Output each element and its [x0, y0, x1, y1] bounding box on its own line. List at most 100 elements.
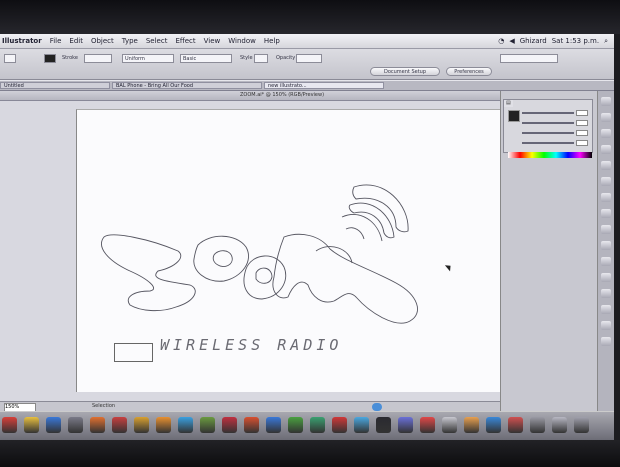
search-field[interactable]: [500, 54, 558, 63]
menu-window[interactable]: Window: [224, 37, 260, 45]
menu-bar: Illustrator File Edit Object Type Select…: [0, 34, 614, 49]
menu-effect[interactable]: Effect: [171, 37, 199, 45]
panel-icon-3[interactable]: [601, 129, 611, 138]
panel-icon-9[interactable]: [601, 225, 611, 234]
dock-app-icon[interactable]: [376, 417, 391, 433]
dock-app-icon[interactable]: [200, 417, 215, 433]
dock-app-icon[interactable]: [24, 417, 39, 433]
panel-icon-10[interactable]: [601, 241, 611, 250]
stroke-weight-field[interactable]: [84, 54, 112, 63]
panel-icon-6[interactable]: [601, 177, 611, 186]
control-bar: Stroke Uniform Basic Style Opacity Docum…: [0, 49, 614, 80]
dock-app-icon[interactable]: [332, 417, 347, 433]
panel-icon-15[interactable]: [601, 321, 611, 330]
dock-app-icon[interactable]: [310, 417, 325, 433]
tab-bal-phone[interactable]: BAL Phone - Bring All Our Food: [112, 82, 262, 89]
dock-app-icon[interactable]: [244, 417, 259, 433]
right-panels: ▤: [500, 91, 614, 431]
color-value-4[interactable]: [576, 140, 588, 146]
tagline-text[interactable]: WIRELESS RADIO: [160, 336, 342, 354]
dock-app-icon[interactable]: [420, 417, 435, 433]
style-swatch[interactable]: [254, 54, 268, 63]
monitor-bezel-top: [0, 0, 620, 34]
panel-icon-5[interactable]: [601, 161, 611, 170]
menu-view[interactable]: View: [200, 37, 225, 45]
fill-swatch[interactable]: [4, 54, 16, 63]
panel-icon-1[interactable]: [601, 97, 611, 106]
tab-new-illustrator[interactable]: new illustrato...: [264, 82, 384, 89]
preferences-button[interactable]: Preferences: [446, 67, 492, 76]
dock-app-icon[interactable]: [46, 417, 61, 433]
document-title-bar: ZOOM.ai* @ 150% (RGB/Preview): [0, 91, 500, 101]
panel-icon-13[interactable]: [601, 289, 611, 298]
wifi-icon[interactable]: ◔: [498, 37, 504, 45]
dock-app-icon[interactable]: [288, 417, 303, 433]
fill-stroke-indicator[interactable]: [508, 110, 520, 122]
dock-app-icon[interactable]: [442, 417, 457, 433]
color-slider-4[interactable]: [522, 142, 574, 144]
panel-icon-7[interactable]: [601, 193, 611, 202]
opacity-label: Opacity: [276, 55, 296, 61]
panel-icon-2[interactable]: [601, 113, 611, 122]
tab-untitled[interactable]: Untitled: [0, 82, 110, 89]
color-panel-tab[interactable]: ▤: [504, 100, 513, 107]
style-label: Style: [240, 55, 253, 61]
dock-app-icon[interactable]: [178, 417, 193, 433]
dock-app-icon[interactable]: [266, 417, 281, 433]
menu-edit[interactable]: Edit: [65, 37, 87, 45]
color-slider-3[interactable]: [522, 132, 574, 134]
opacity-field[interactable]: [296, 54, 322, 63]
dock-app-icon[interactable]: [68, 417, 83, 433]
dock-app-icon[interactable]: [530, 417, 545, 433]
user-name[interactable]: Ghizard: [520, 37, 547, 45]
logo-letter-o2: [243, 255, 287, 300]
panel-dock-strip: [597, 91, 614, 431]
dock-app-icon[interactable]: [552, 417, 567, 433]
stroke-profile-select[interactable]: Uniform: [122, 54, 174, 63]
dock-app-icon[interactable]: [2, 417, 17, 433]
panel-icon-16[interactable]: [601, 337, 611, 346]
status-menu-extras: ◔ ◀ Ghizard Sat 1:53 p.m. ⌕: [498, 37, 614, 46]
document-title: ZOOM.ai* @ 150% (RGB/Preview): [240, 92, 325, 98]
document-setup-button[interactable]: Document Setup: [370, 67, 440, 76]
volume-icon[interactable]: ◀: [509, 37, 514, 45]
menu-file[interactable]: File: [46, 37, 66, 45]
menu-type[interactable]: Type: [118, 37, 142, 45]
dock-app-icon[interactable]: [398, 417, 413, 433]
menu-object[interactable]: Object: [87, 37, 118, 45]
logo-letter-o1: [193, 235, 249, 282]
dock-app-icon[interactable]: [354, 417, 369, 433]
tagline-box-outline[interactable]: [114, 343, 153, 362]
panel-icon-12[interactable]: [601, 273, 611, 282]
color-slider-2[interactable]: [522, 122, 574, 124]
color-slider-1[interactable]: [522, 112, 574, 114]
panel-icon-11[interactable]: [601, 257, 611, 266]
brush-select[interactable]: Basic: [180, 54, 232, 63]
status-mode[interactable]: Selection: [92, 403, 115, 409]
dock-app-icon[interactable]: [464, 417, 479, 433]
dock-app-icon[interactable]: [508, 417, 523, 433]
menu-help[interactable]: Help: [260, 37, 284, 45]
dock-app-icon[interactable]: [156, 417, 171, 433]
panel-icon-4[interactable]: [601, 145, 611, 154]
dock-app-icon[interactable]: [90, 417, 105, 433]
color-value-3[interactable]: [576, 130, 588, 136]
menu-select[interactable]: Select: [142, 37, 172, 45]
panel-icon-14[interactable]: [601, 305, 611, 314]
color-panel[interactable]: ▤: [503, 99, 593, 158]
spotlight-icon[interactable]: ⌕: [604, 37, 608, 46]
horizontal-scroll-thumb[interactable]: [372, 403, 382, 411]
color-spectrum-bar[interactable]: [508, 152, 592, 158]
dock-app-icon[interactable]: [222, 417, 237, 433]
zoom-logo-artwork[interactable]: [0, 101, 500, 401]
dock-app-icon[interactable]: [486, 417, 501, 433]
stroke-swatch[interactable]: [44, 54, 56, 63]
color-value-2[interactable]: [576, 120, 588, 126]
panel-icon-8[interactable]: [601, 209, 611, 218]
clock[interactable]: Sat 1:53 p.m.: [552, 37, 599, 45]
app-menu[interactable]: Illustrator: [0, 37, 46, 45]
dock-app-icon[interactable]: [574, 417, 589, 433]
color-value-1[interactable]: [576, 110, 588, 116]
dock-app-icon[interactable]: [134, 417, 149, 433]
dock-app-icon[interactable]: [112, 417, 127, 433]
